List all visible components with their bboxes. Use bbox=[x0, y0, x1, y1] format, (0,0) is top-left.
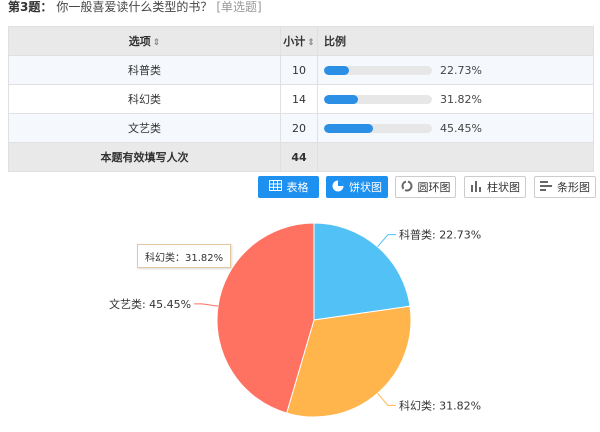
question-type: [单选题] bbox=[216, 0, 262, 14]
bar-chart-label: 条形图 bbox=[557, 181, 590, 194]
header-option[interactable]: 选项 ⇕ bbox=[8, 26, 281, 56]
progress-bar bbox=[324, 94, 432, 104]
percent-label: 45.45% bbox=[440, 121, 482, 135]
option-cell: 科幻类 bbox=[8, 84, 281, 114]
ratio-cell: 45.45% bbox=[317, 113, 594, 143]
count-cell: 10 bbox=[280, 55, 318, 85]
table-view-label: 表格 bbox=[286, 181, 309, 194]
slice-label: 科幻类: 31.82% bbox=[399, 398, 481, 412]
total-label: 本题有效填写人次 bbox=[8, 142, 281, 172]
total-row: 本题有效填写人次 44 bbox=[8, 142, 594, 172]
ratio-cell: 31.82% bbox=[317, 84, 594, 114]
sort-icon[interactable]: ⇕ bbox=[307, 38, 315, 48]
ratio-cell: 22.73% bbox=[317, 55, 594, 85]
pie-icon bbox=[332, 180, 344, 195]
ring-icon bbox=[401, 180, 413, 195]
percent-label: 22.73% bbox=[440, 63, 482, 77]
column-icon bbox=[470, 180, 482, 195]
chart-tooltip: 科幻类：31.82% bbox=[137, 244, 232, 268]
progress-fill bbox=[324, 65, 349, 75]
bar-chart-button[interactable]: 条形图 bbox=[534, 176, 596, 198]
column-chart-label: 柱状图 bbox=[487, 181, 520, 194]
option-cell: 科普类 bbox=[8, 55, 281, 85]
header-ratio: 比例 bbox=[317, 26, 594, 56]
bar-icon bbox=[540, 180, 552, 195]
pie-slice[interactable] bbox=[313, 222, 411, 321]
question-text: 你一般喜爱读什么类型的书？ bbox=[56, 0, 213, 14]
label-leader-line bbox=[377, 234, 397, 248]
table-icon bbox=[268, 180, 282, 194]
progress-bar bbox=[324, 123, 432, 133]
header-count[interactable]: 小计 ⇕ bbox=[280, 26, 318, 56]
label-leader-line bbox=[377, 392, 396, 406]
progress-fill bbox=[324, 94, 359, 104]
table-row: 科普类 10 22.73% bbox=[8, 55, 594, 85]
table-row: 文艺类 20 45.45% bbox=[8, 113, 594, 143]
label-leader-line bbox=[194, 303, 219, 307]
pie-chart-button[interactable]: 饼状图 bbox=[326, 176, 388, 198]
column-chart-button[interactable]: 柱状图 bbox=[464, 176, 526, 198]
pie-chart: 科普类: 22.73% 科幻类: 31.82% 文艺类: 45.45% bbox=[109, 222, 481, 418]
count-cell: 14 bbox=[280, 84, 318, 114]
table-view-button[interactable]: 表格 bbox=[258, 176, 319, 198]
total-count: 44 bbox=[280, 142, 318, 172]
ring-chart-button[interactable]: 圆环图 bbox=[395, 176, 456, 198]
sort-icon[interactable]: ⇕ bbox=[153, 38, 161, 48]
table-row: 科幻类 14 31.82% bbox=[8, 84, 594, 114]
progress-fill bbox=[324, 123, 374, 133]
pie-chart-label: 饼状图 bbox=[349, 181, 382, 194]
percent-label: 31.82% bbox=[440, 92, 482, 106]
total-ratio-cell bbox=[317, 142, 594, 172]
slice-label: 文艺类: 45.45% bbox=[109, 297, 191, 311]
question-header: 第3题： 你一般喜爱读什么类型的书？ [单选题] bbox=[8, 0, 262, 14]
slice-label: 科普类: 22.73% bbox=[399, 228, 481, 242]
header-count-label: 小计 bbox=[283, 35, 306, 48]
question-number: 第3题： bbox=[8, 0, 53, 14]
option-cell: 文艺类 bbox=[8, 113, 281, 143]
count-cell: 20 bbox=[280, 113, 318, 143]
ring-chart-label: 圆环图 bbox=[417, 181, 451, 194]
progress-bar bbox=[324, 65, 432, 75]
results-table: 选项 ⇕ 小计 ⇕ 比例 科普类 10 22.73% 科幻类 14 31.82% 文… bbox=[8, 26, 594, 172]
header-option-label: 选项 bbox=[128, 35, 151, 48]
